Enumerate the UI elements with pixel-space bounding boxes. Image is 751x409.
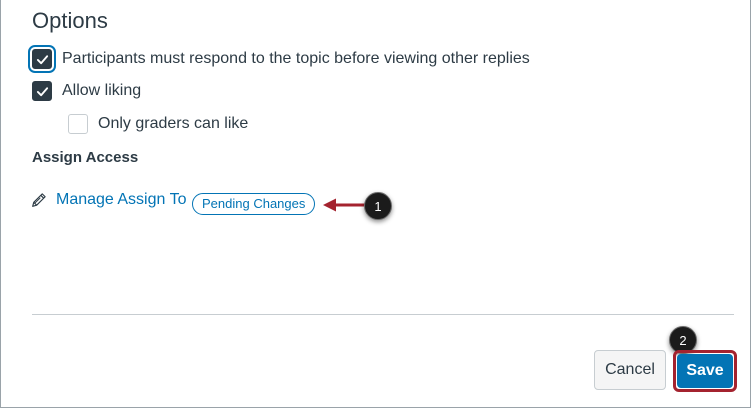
checkbox-allow-liking[interactable]: Allow liking xyxy=(32,81,141,101)
options-panel: Options Participants must respond to the… xyxy=(0,0,751,408)
save-button[interactable]: Save xyxy=(677,354,733,388)
options-heading: Options xyxy=(32,8,108,33)
footer-divider xyxy=(32,314,734,315)
checkbox-allow-liking-box[interactable] xyxy=(32,81,52,101)
callout-arrow-icon xyxy=(323,198,366,212)
checkbox-only-graders-box[interactable] xyxy=(68,114,88,134)
checkbox-only-graders-like[interactable]: Only graders can like xyxy=(68,114,248,134)
checkmark-icon xyxy=(36,86,48,96)
checkbox-respond-label: Participants must respond to the topic b… xyxy=(62,50,530,67)
checkbox-only-graders-label: Only graders can like xyxy=(98,115,249,132)
checkbox-respond-before-viewing[interactable]: Participants must respond to the topic b… xyxy=(28,45,530,73)
callout-1: 1 xyxy=(364,192,392,220)
cancel-button[interactable]: Cancel xyxy=(594,350,666,390)
pencil-icon xyxy=(32,193,46,207)
checkmark-icon xyxy=(36,54,48,64)
checkbox-respond-box[interactable] xyxy=(28,45,56,73)
manage-assign-to-label: Manage Assign To xyxy=(56,191,187,208)
checkbox-allow-liking-label: Allow liking xyxy=(62,82,142,99)
manage-assign-to-link[interactable]: Manage Assign To xyxy=(30,191,186,209)
pending-changes-badge: Pending Changes xyxy=(192,193,316,215)
assign-access-heading: Assign Access xyxy=(32,149,139,166)
